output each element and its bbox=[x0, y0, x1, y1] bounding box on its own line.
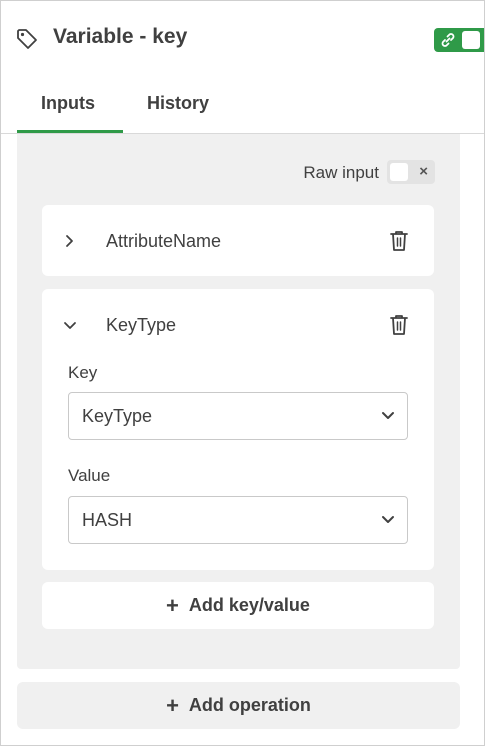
key-label: Key bbox=[68, 363, 98, 382]
inputs-panel: Raw input × AttributeName KeyType Key Ke… bbox=[17, 134, 460, 669]
add-operation-label: Add operation bbox=[188, 695, 311, 715]
list-item-keytype: KeyType Key KeyType Value HASH bbox=[42, 289, 434, 570]
add-operation-content: + Add operation bbox=[17, 682, 460, 729]
chevron-down-icon bbox=[382, 516, 394, 523]
trash-icon[interactable] bbox=[388, 229, 410, 253]
plus-icon: + bbox=[166, 592, 179, 618]
toggle-knob bbox=[390, 163, 408, 181]
plus-icon: + bbox=[166, 692, 179, 718]
chevron-right-icon[interactable] bbox=[62, 233, 78, 249]
tab-history[interactable]: History bbox=[147, 93, 209, 114]
item-title: AttributeName bbox=[106, 231, 222, 251]
add-key-value-button[interactable]: + Add key/value bbox=[42, 582, 434, 629]
tag-icon bbox=[17, 29, 37, 49]
trash-icon[interactable] bbox=[388, 313, 410, 337]
chevron-down-icon bbox=[382, 412, 394, 419]
page-title: Variable - key bbox=[53, 25, 188, 48]
raw-input-label: Raw input bbox=[303, 163, 379, 182]
close-icon: × bbox=[419, 163, 428, 180]
tab-inputs[interactable]: Inputs bbox=[41, 93, 95, 114]
value-select-value: HASH bbox=[82, 510, 133, 530]
toggle-knob bbox=[462, 31, 480, 49]
item-title: KeyType bbox=[106, 315, 177, 335]
key-select[interactable]: KeyType bbox=[68, 392, 408, 440]
add-key-value-content: + Add key/value bbox=[42, 582, 434, 629]
tab-bar: Inputs History bbox=[17, 79, 484, 133]
value-label: Value bbox=[68, 466, 111, 485]
chevron-down-icon[interactable] bbox=[62, 318, 78, 334]
link-icon bbox=[441, 33, 455, 47]
add-operation-button[interactable]: + Add operation bbox=[17, 682, 460, 729]
key-select-value: KeyType bbox=[82, 406, 153, 426]
link-toggle[interactable] bbox=[434, 28, 484, 52]
operation-panel: Variable - key Inputs History Raw input … bbox=[0, 0, 485, 746]
add-key-value-label: Add key/value bbox=[188, 595, 310, 615]
value-select[interactable]: HASH bbox=[68, 496, 408, 544]
list-item-attributename: AttributeName bbox=[42, 205, 434, 276]
panel-header: Variable - key bbox=[1, 1, 484, 79]
raw-input-toggle[interactable]: × bbox=[387, 160, 435, 184]
raw-input-control: Raw input × bbox=[295, 160, 435, 184]
